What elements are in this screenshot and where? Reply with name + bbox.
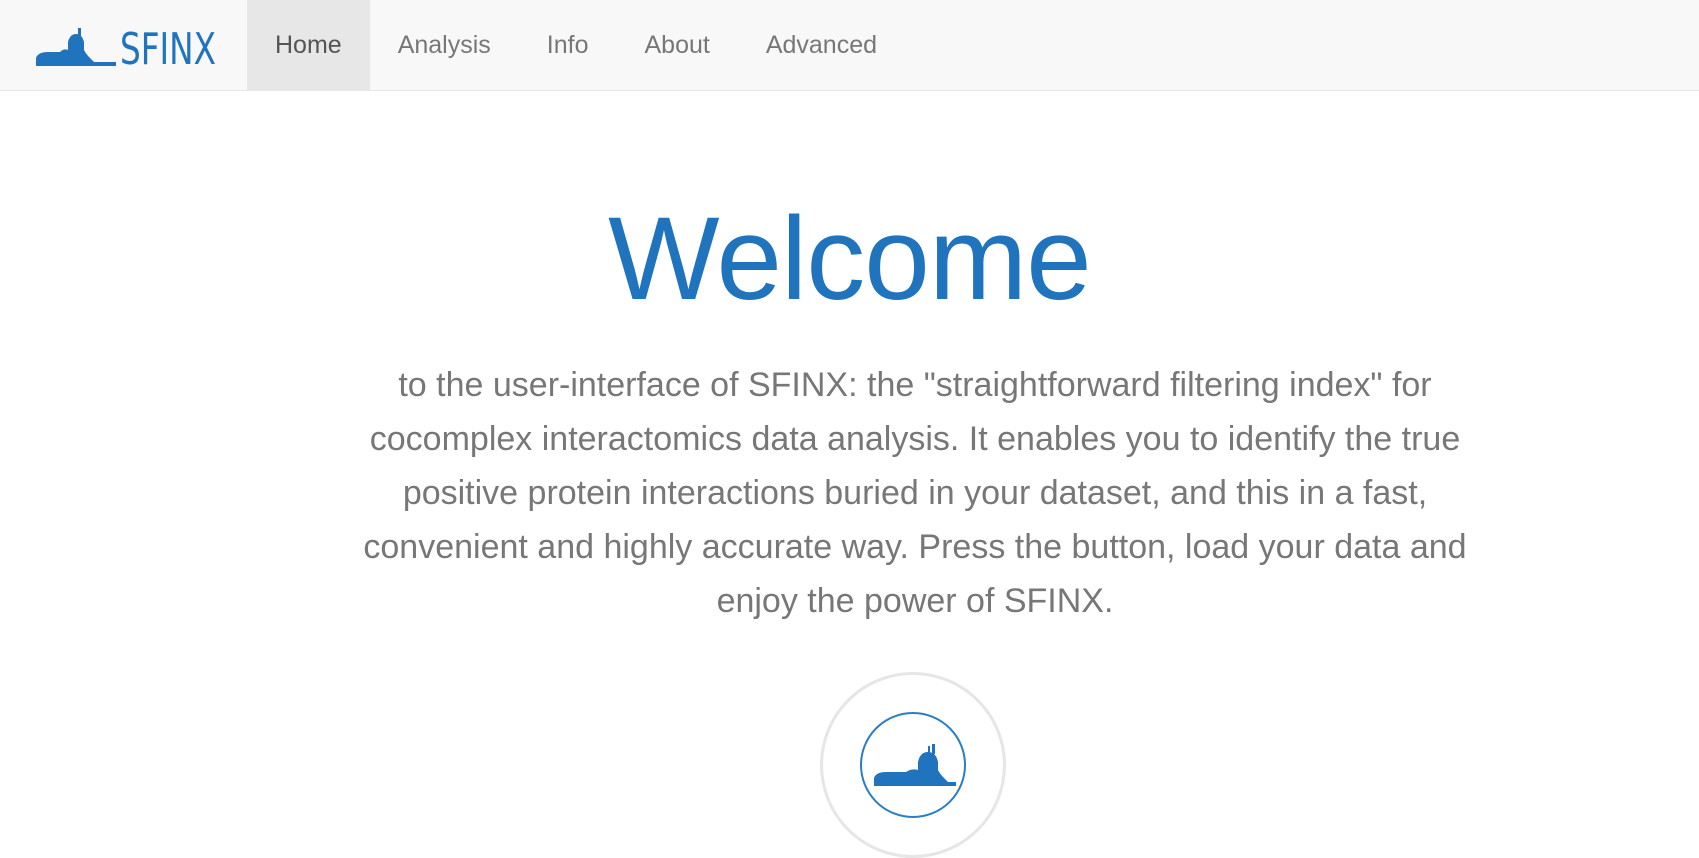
nav-item-info[interactable]: Info [519, 0, 617, 90]
top-navbar: SFINX Home Analysis Info About Advanced [0, 0, 1699, 91]
nav-item-about[interactable]: About [616, 0, 737, 90]
page-title: Welcome [608, 193, 1092, 325]
sfinx-logo[interactable]: SFINX [34, 24, 219, 75]
intro-text: to the user-interface of SFINX: the "str… [363, 366, 1467, 620]
nav-item-advanced[interactable]: Advanced [738, 0, 905, 90]
sphinx-icon [874, 744, 956, 786]
start-button-inner-ring [860, 712, 966, 818]
nav-item-home[interactable]: Home [247, 0, 370, 90]
start-analysis-button[interactable] [820, 672, 1006, 858]
logo-wordmark: SFINX [120, 24, 216, 70]
main-nav: Home Analysis Info About Advanced [247, 0, 905, 90]
sphinx-logo-icon: SFINX [36, 24, 216, 75]
nav-item-analysis[interactable]: Analysis [370, 0, 519, 90]
